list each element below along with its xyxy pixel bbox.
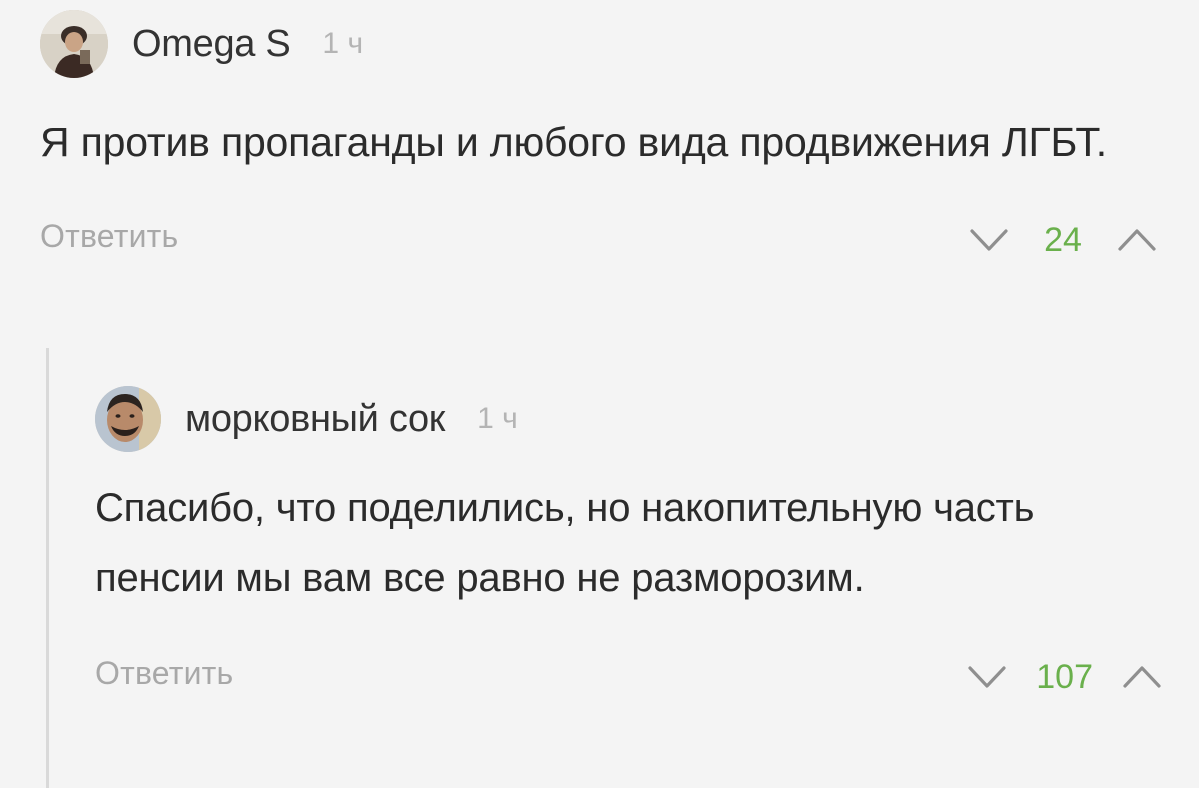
downvote-button[interactable] [964,657,1010,697]
avatar-image [40,10,108,78]
author-name[interactable]: Omega S [132,23,291,66]
reply-button[interactable]: Ответить [95,655,233,692]
thread-line [46,348,49,788]
timestamp: 1 ч [477,402,518,435]
comment-footer: Ответить 107 [95,647,1165,707]
author-name[interactable]: морковный сок [185,398,445,441]
reply-comment: морковный сок 1 ч Спасибо, что поделилис… [95,385,1165,707]
avatar-image [95,386,161,452]
comment-header: Omega S 1 ч [40,10,1160,78]
comment-text: Я против пропаганды и любого вида продви… [40,119,1107,165]
reply-button[interactable]: Ответить [40,218,178,255]
chevron-up-icon [1123,666,1161,688]
comment: Omega S 1 ч Я против пропаганды и любого… [40,10,1160,270]
comment-header: морковный сок 1 ч [95,385,1165,453]
upvote-button[interactable] [1119,657,1165,697]
timestamp: 1 ч [322,27,364,60]
score: 107 [1036,657,1093,696]
avatar[interactable] [40,10,108,78]
downvote-button[interactable] [966,220,1012,260]
chevron-up-icon [1118,229,1156,251]
comment-footer: Ответить 24 [40,210,1160,270]
chevron-down-icon [970,229,1008,251]
vote-controls: 107 [964,647,1165,707]
comment-text: Спасибо, что поделились, но накопительну… [95,486,1035,600]
score: 24 [1044,220,1082,259]
upvote-button[interactable] [1114,220,1160,260]
vote-controls: 24 [966,210,1160,270]
chevron-down-icon [968,666,1006,688]
avatar[interactable] [95,386,161,452]
